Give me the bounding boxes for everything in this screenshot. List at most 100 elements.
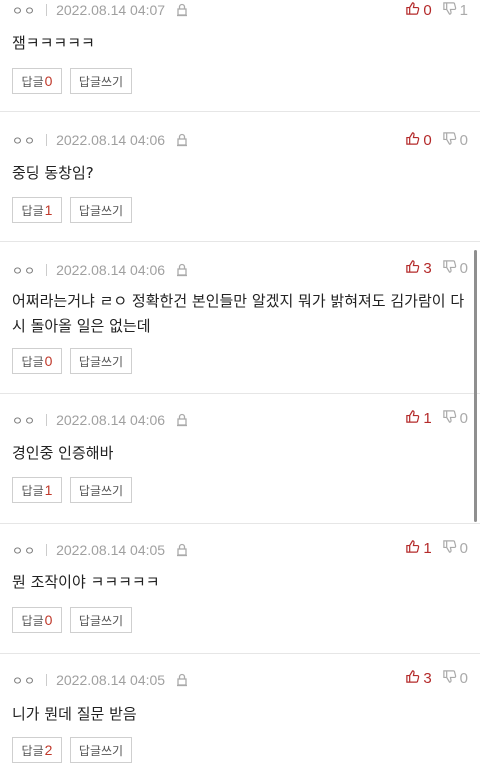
comment-actions: 답글 0 답글쓰기 [12, 607, 132, 633]
comment-text: 중딩 동창임? [12, 164, 94, 182]
comment-nickname[interactable]: ㅇㅇ [12, 132, 36, 149]
reply-count: 0 [44, 73, 53, 89]
reply-button[interactable]: 답글 0 [12, 348, 62, 374]
comment-date: 2022.08.14 04:05 [56, 542, 166, 558]
upvote-button[interactable]: 1 [405, 539, 432, 558]
thumbs-down-icon [442, 669, 460, 688]
comment-date: 2022.08.14 04:06 [56, 412, 166, 428]
thumbs-up-icon [405, 259, 423, 278]
comment-actions: 답글 0 답글쓰기 [12, 68, 132, 94]
meta-divider [46, 544, 48, 556]
reply-count: 0 [44, 612, 53, 628]
downvote-count: 1 [459, 1, 468, 19]
write-reply-button[interactable]: 답글쓰기 [70, 68, 132, 94]
lock-icon [175, 673, 189, 687]
reply-label: 답글 [21, 74, 44, 89]
comment-item: ㅇㅇ 2022.08.14 04:05 1 0 뭔 조작이야 ㅋㅋㅋㅋㅋ 답글 0… [0, 524, 480, 654]
downvote-count: 0 [459, 259, 468, 277]
reply-button[interactable]: 답글 0 [12, 68, 62, 94]
upvote-count: 3 [423, 259, 432, 277]
downvote-button[interactable]: 1 [442, 1, 468, 20]
reply-button[interactable]: 답글 1 [12, 197, 62, 223]
thumbs-down-icon [442, 259, 460, 278]
upvote-button[interactable]: 1 [405, 409, 432, 428]
thumbs-up-icon [405, 539, 423, 558]
meta-divider [46, 414, 48, 426]
reply-count: 1 [44, 482, 53, 498]
comment-votes: 3 0 [405, 668, 468, 688]
downvote-button[interactable]: 0 [442, 539, 468, 558]
comment-text: 경인중 인증해바 [12, 444, 114, 462]
comment-text: 어쩌라는거냐 ㄹㅇ 정확한건 본인들만 알겠지 뭐가 밝혀져도 김가람이 다시 … [12, 292, 465, 335]
comment-votes: 1 0 [405, 408, 468, 428]
comment-nickname[interactable]: ㅇㅇ [12, 412, 36, 429]
comment-item: ㅇㅇ 2022.08.14 04:06 0 0 중딩 동창임? 답글 1 답글쓰기 [0, 112, 480, 242]
upvote-count: 3 [423, 669, 432, 687]
comment-nickname[interactable]: ㅇㅇ [12, 672, 36, 689]
comment-nickname[interactable]: ㅇㅇ [12, 262, 36, 279]
reply-button[interactable]: 답글 1 [12, 477, 62, 503]
comment-nickname[interactable]: ㅇㅇ [12, 2, 36, 19]
scrollbar[interactable] [474, 250, 477, 522]
comment-votes: 0 0 [405, 130, 468, 150]
comment-meta: ㅇㅇ 2022.08.14 04:06 [12, 260, 189, 280]
meta-divider [46, 674, 48, 686]
upvote-count: 1 [423, 539, 432, 557]
upvote-button[interactable]: 3 [405, 259, 432, 278]
reply-label: 답글 [21, 613, 44, 628]
comment-meta: ㅇㅇ 2022.08.14 04:06 [12, 410, 189, 430]
thumbs-down-icon [442, 409, 460, 428]
comment-meta: ㅇㅇ 2022.08.14 04:06 [12, 130, 189, 150]
downvote-count: 0 [459, 131, 468, 149]
upvote-count: 1 [423, 409, 432, 427]
thumbs-down-icon [442, 1, 460, 20]
comment-nickname[interactable]: ㅇㅇ [12, 542, 36, 559]
downvote-button[interactable]: 0 [442, 669, 468, 688]
upvote-button[interactable]: 0 [405, 1, 432, 20]
upvote-button[interactable]: 3 [405, 669, 432, 688]
comment-actions: 답글 1 답글쓰기 [12, 477, 132, 503]
reply-button[interactable]: 답글 2 [12, 737, 62, 763]
comment-date: 2022.08.14 04:07 [56, 2, 166, 18]
comment-item: ㅇㅇ 2022.08.14 04:07 0 1 잼ㅋㅋㅋㅋㅋ 답글 0 답글쓰기 [0, 0, 480, 112]
comment-meta: ㅇㅇ 2022.08.14 04:05 [12, 670, 189, 690]
reply-count: 2 [44, 742, 53, 758]
meta-divider [46, 134, 48, 146]
comment-actions: 답글 1 답글쓰기 [12, 197, 132, 223]
reply-label: 답글 [21, 354, 44, 369]
lock-icon [175, 133, 189, 147]
write-reply-button[interactable]: 답글쓰기 [70, 348, 132, 374]
downvote-button[interactable]: 0 [442, 259, 468, 278]
comment-item: ㅇㅇ 2022.08.14 04:06 1 0 경인중 인증해바 답글 1 답글쓰… [0, 394, 480, 524]
write-reply-button[interactable]: 답글쓰기 [70, 197, 132, 223]
thumbs-up-icon [405, 131, 423, 150]
comment-votes: 3 0 [405, 258, 468, 278]
comment-meta: ㅇㅇ 2022.08.14 04:05 [12, 540, 189, 560]
thumbs-down-icon [442, 131, 460, 150]
thumbs-down-icon [442, 539, 460, 558]
write-reply-button[interactable]: 답글쓰기 [70, 477, 132, 503]
downvote-button[interactable]: 0 [442, 409, 468, 428]
comment-date: 2022.08.14 04:05 [56, 672, 166, 688]
thumbs-up-icon [405, 669, 423, 688]
meta-divider [46, 4, 48, 16]
comment-text: 니가 뭔데 질문 받음 [12, 705, 137, 723]
comment-actions: 답글 0 답글쓰기 [12, 348, 132, 374]
downvote-count: 0 [459, 539, 468, 557]
meta-divider [46, 264, 48, 276]
write-reply-button[interactable]: 답글쓰기 [70, 607, 132, 633]
downvote-button[interactable]: 0 [442, 131, 468, 150]
downvote-count: 0 [459, 669, 468, 687]
thumbs-up-icon [405, 1, 423, 20]
reply-button[interactable]: 답글 0 [12, 607, 62, 633]
comment-text: 뭔 조작이야 ㅋㅋㅋㅋㅋ [12, 573, 160, 591]
write-reply-button[interactable]: 답글쓰기 [70, 737, 132, 763]
comment-actions: 답글 2 답글쓰기 [12, 737, 132, 763]
comment-item: ㅇㅇ 2022.08.14 04:06 3 0 어쩌라는거냐 ㄹㅇ 정확한건 본… [0, 242, 480, 394]
comment-date: 2022.08.14 04:06 [56, 132, 166, 148]
reply-label: 답글 [21, 203, 44, 218]
thumbs-up-icon [405, 409, 423, 428]
reply-count: 1 [44, 202, 53, 218]
upvote-button[interactable]: 0 [405, 131, 432, 150]
lock-icon [175, 263, 189, 277]
